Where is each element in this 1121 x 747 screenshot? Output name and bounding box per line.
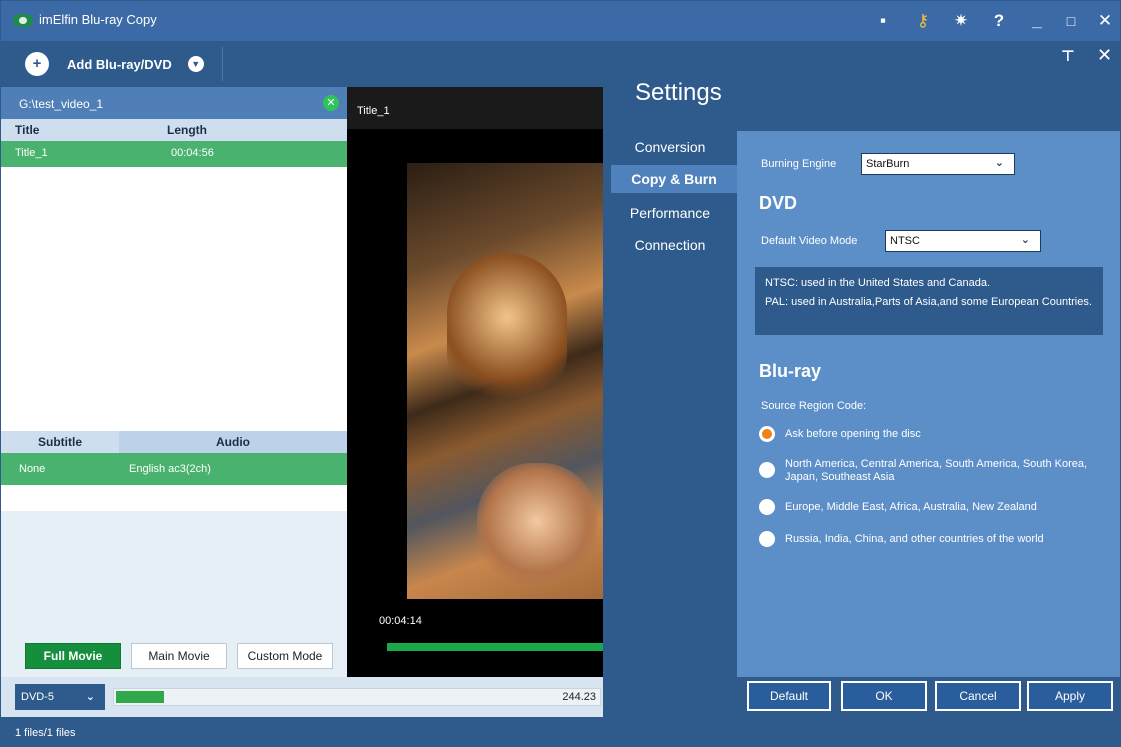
source-path: G:\test_video_1 bbox=[19, 97, 104, 111]
copy-mode-bar: Full Movie Main Movie Custom Mode bbox=[1, 637, 347, 677]
video-frame bbox=[407, 163, 603, 599]
source-panel: G:\test_video_1 ✕ Title Length Title_1 0… bbox=[1, 87, 347, 677]
add-disc-icon: + bbox=[25, 52, 49, 76]
copy-burn-settings: Burning Engine StarBurn ⌄ DVD Default Vi… bbox=[737, 131, 1120, 677]
video-mode-select[interactable]: NTSC ⌄ bbox=[885, 230, 1041, 252]
add-bluray-dvd-label: Add Blu-ray/DVD bbox=[67, 56, 172, 72]
subtitle-value: None bbox=[19, 463, 46, 475]
nav-connection[interactable]: Connection bbox=[603, 231, 737, 259]
burning-engine-value: StarBurn bbox=[866, 158, 910, 170]
nav-performance[interactable]: Performance bbox=[603, 199, 737, 227]
title-row-title: Title_1 bbox=[15, 147, 48, 159]
audio-value: English ac3(2ch) bbox=[129, 463, 211, 475]
region-label-a: North America, Central America, South Am… bbox=[785, 458, 1088, 483]
minimize-icon[interactable]: _ bbox=[1025, 9, 1049, 33]
preview-title-tab[interactable]: Title_1 bbox=[347, 87, 603, 129]
default-button[interactable]: Default bbox=[747, 681, 831, 711]
help-icon[interactable]: ? bbox=[987, 9, 1011, 33]
settings-nav: Conversion Copy & Burn Performance Conne… bbox=[603, 131, 737, 677]
title-column-header[interactable]: Title bbox=[15, 123, 39, 137]
region-radio-b[interactable] bbox=[759, 499, 775, 515]
ok-button[interactable]: OK bbox=[841, 681, 927, 711]
file-count: 1 files/1 files bbox=[15, 727, 76, 739]
pin-icon[interactable]: ⊤ bbox=[1061, 47, 1075, 65]
toolbar: + Add Blu-ray/DVD ▼ bbox=[1, 41, 603, 87]
chevron-down-icon: ⌄ bbox=[85, 691, 95, 703]
maximize-icon[interactable]: □ bbox=[1059, 9, 1083, 33]
length-column-header[interactable]: Length bbox=[167, 123, 207, 137]
settings-footer: Default OK Cancel Apply bbox=[603, 677, 1120, 717]
status-bar: 1 files/1 files bbox=[1, 717, 1120, 746]
nav-copy-burn[interactable]: Copy & Burn bbox=[611, 165, 737, 193]
app-window: imElfin Blu-ray Copy ▪ ⚷ ✷ ? _ □ ✕ + Add… bbox=[0, 0, 1121, 747]
region-code-label: Source Region Code: bbox=[761, 400, 867, 412]
disc-type-value: DVD-5 bbox=[21, 691, 55, 703]
title-bar[interactable]: imElfin Blu-ray Copy ▪ ⚷ ✷ ? _ □ ✕ bbox=[1, 1, 1120, 41]
remove-source-icon[interactable]: ✕ bbox=[323, 95, 339, 111]
burning-engine-label: Burning Engine bbox=[761, 158, 837, 170]
bluray-heading: Blu-ray bbox=[759, 361, 822, 381]
feedback-icon[interactable]: ▪ bbox=[871, 9, 895, 33]
disc-capacity-bar: 244.23 bbox=[113, 688, 601, 706]
full-movie-button[interactable]: Full Movie bbox=[25, 643, 121, 669]
region-radio-a[interactable] bbox=[759, 462, 775, 478]
title-row[interactable]: Title_1 00:04:56 bbox=[1, 141, 347, 167]
nav-conversion[interactable]: Conversion bbox=[603, 133, 737, 161]
region-radio-c[interactable] bbox=[759, 531, 775, 547]
settings-close-icon[interactable]: ✕ bbox=[1097, 45, 1112, 66]
chevron-down-icon: ⌄ bbox=[994, 157, 1004, 169]
playback-progress[interactable] bbox=[387, 643, 603, 651]
disc-type-select[interactable]: DVD-5 ⌄ bbox=[15, 684, 105, 710]
region-label-ask: Ask before opening the disc bbox=[785, 428, 921, 440]
toolbar-divider bbox=[222, 47, 223, 81]
app-logo-icon bbox=[13, 14, 33, 27]
cancel-button[interactable]: Cancel bbox=[935, 681, 1021, 711]
chevron-down-icon[interactable]: ▼ bbox=[187, 56, 204, 72]
video-mode-label: Default Video Mode bbox=[761, 235, 858, 247]
subtitle-audio-row[interactable]: None English ac3(2ch) bbox=[1, 453, 347, 485]
video-preview: Title_1 00:04:14 bbox=[347, 87, 603, 677]
close-icon[interactable]: ✕ bbox=[1093, 9, 1117, 33]
subtitle-tab[interactable]: Subtitle bbox=[1, 431, 119, 453]
output-bar: DVD-5 ⌄ 244.23 bbox=[1, 677, 603, 717]
playback-timestamp: 00:04:14 bbox=[379, 615, 422, 627]
chevron-down-icon: ⌄ bbox=[1020, 234, 1030, 246]
region-label-b: Europe, Middle East, Africa, Australia, … bbox=[785, 501, 1037, 513]
disc-capacity-fill bbox=[116, 691, 164, 703]
info-ntsc: NTSC: used in the United States and Cana… bbox=[765, 277, 991, 289]
settings-title: Settings bbox=[635, 79, 722, 106]
add-bluray-dvd-button[interactable]: + Add Blu-ray/DVD ▼ bbox=[25, 51, 204, 77]
key-icon[interactable]: ⚷ bbox=[911, 9, 935, 33]
region-radio-ask[interactable] bbox=[759, 426, 775, 442]
source-path-bar: G:\test_video_1 ✕ bbox=[1, 87, 347, 119]
settings-panel: Settings ⊤ ✕ Conversion Copy & Burn Perf… bbox=[603, 41, 1120, 717]
apply-button[interactable]: Apply bbox=[1027, 681, 1113, 711]
region-label-c: Russia, India, China, and other countrie… bbox=[785, 533, 1044, 545]
info-pal: PAL: used in Australia,Parts of Asia,and… bbox=[765, 296, 1092, 308]
video-mode-value: NTSC bbox=[890, 235, 920, 247]
disc-capacity-value: 244.23 bbox=[562, 691, 596, 703]
video-mode-info: NTSC: used in the United States and Cana… bbox=[755, 267, 1103, 335]
gear-icon[interactable]: ✷ bbox=[949, 9, 973, 33]
custom-mode-button[interactable]: Custom Mode bbox=[237, 643, 333, 669]
window-title: imElfin Blu-ray Copy bbox=[39, 12, 157, 27]
burning-engine-select[interactable]: StarBurn ⌄ bbox=[861, 153, 1015, 175]
audio-tab[interactable]: Audio bbox=[119, 431, 347, 453]
dvd-heading: DVD bbox=[759, 193, 798, 213]
subtitle-audio-header: Subtitle Audio bbox=[1, 431, 347, 453]
main-movie-button[interactable]: Main Movie bbox=[131, 643, 227, 669]
title-row-length: 00:04:56 bbox=[171, 147, 214, 159]
title-list-header: Title Length bbox=[1, 119, 347, 141]
